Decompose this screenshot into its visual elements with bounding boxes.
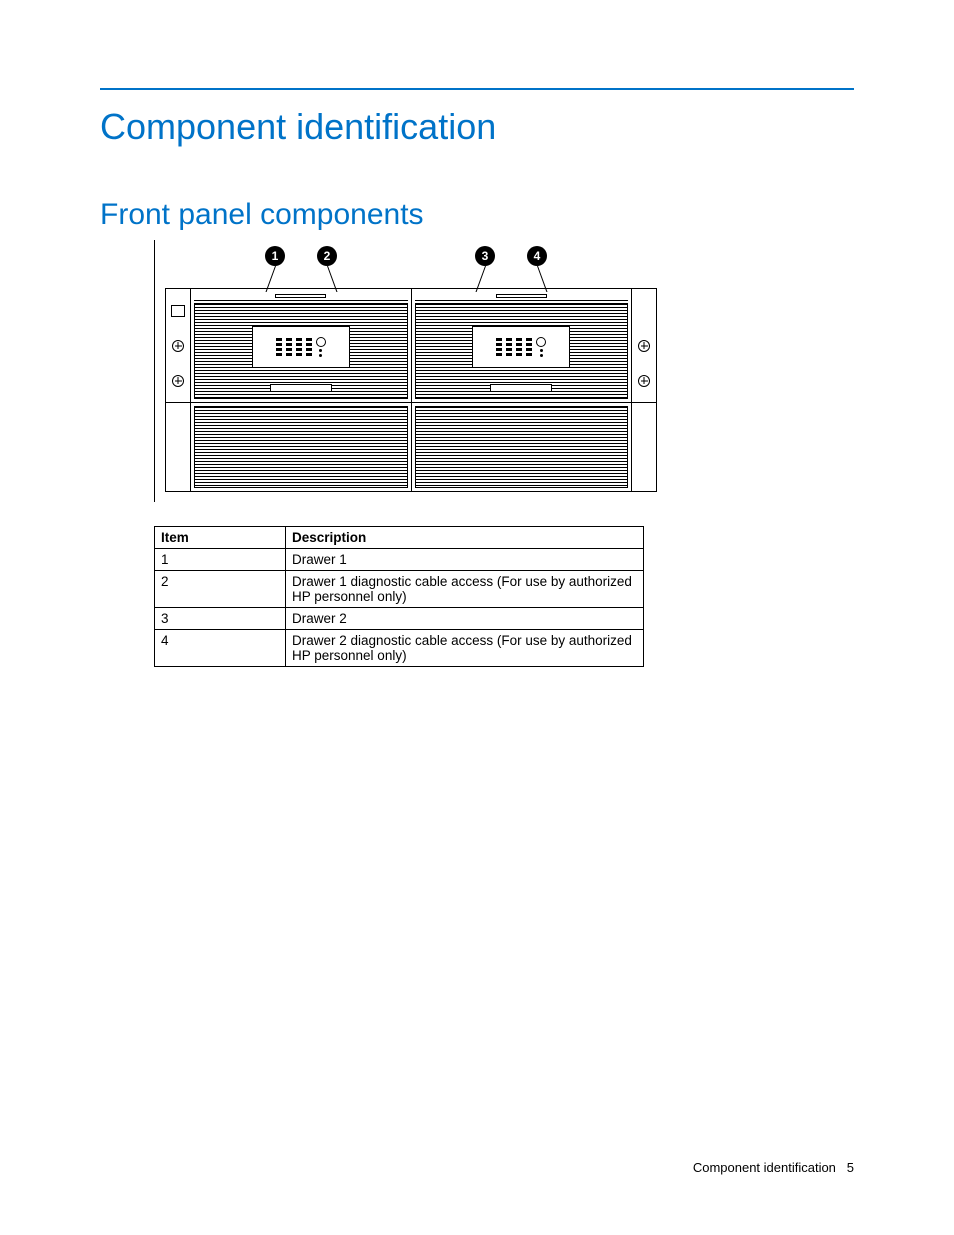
screw-icon xyxy=(638,375,650,387)
document-page: Component identification Front panel com… xyxy=(0,0,954,1235)
callout-3: 3 xyxy=(475,246,495,266)
right-rack-ear xyxy=(631,289,656,402)
component-table: Item Description 1 Drawer 1 2 Drawer 1 d… xyxy=(154,526,644,667)
drawer-1-display xyxy=(252,326,350,368)
vent-grille xyxy=(194,406,408,488)
cell-item: 1 xyxy=(155,549,286,571)
footer-section: Component identification xyxy=(693,1160,836,1175)
callout-1: 1 xyxy=(265,246,285,266)
button-cluster xyxy=(316,337,326,357)
dot-icon xyxy=(319,354,322,357)
page-title: Component identification xyxy=(100,106,854,148)
cell-desc: Drawer 1 xyxy=(286,549,644,571)
cell-desc: Drawer 1 diagnostic cable access (For us… xyxy=(286,571,644,608)
drawer-1-face xyxy=(194,303,408,399)
drawer-2-face xyxy=(415,303,629,399)
drawer-2-display xyxy=(472,326,570,368)
vent-grille xyxy=(415,406,629,488)
page-footer: Component identification 5 xyxy=(693,1160,854,1175)
footer-page-number: 5 xyxy=(847,1160,854,1175)
cell-desc: Drawer 2 diagnostic cable access (For us… xyxy=(286,630,644,667)
drawer-modules xyxy=(191,289,631,402)
callout-row: 1 2 3 4 xyxy=(161,246,661,288)
screw-icon xyxy=(638,340,650,352)
dot-icon xyxy=(540,354,543,357)
section-title: Front panel components xyxy=(100,198,854,232)
horizontal-rule xyxy=(100,88,854,90)
table-row: 4 Drawer 2 diagnostic cable access (For … xyxy=(155,630,644,667)
cell-item: 4 xyxy=(155,630,286,667)
handle-icon xyxy=(270,384,332,392)
table-row: 2 Drawer 1 diagnostic cable access (For … xyxy=(155,571,644,608)
cell-item: 2 xyxy=(155,571,286,608)
drawer-1 xyxy=(191,289,412,402)
lower-row xyxy=(166,402,656,491)
drawer-2 xyxy=(412,289,632,402)
dot-icon xyxy=(319,349,322,352)
left-rack-ear xyxy=(166,403,191,491)
table-row: 3 Drawer 2 xyxy=(155,608,644,630)
slot-icon xyxy=(194,292,408,301)
right-rack-ear xyxy=(631,403,656,491)
screw-icon xyxy=(172,375,184,387)
dot-icon xyxy=(540,349,543,352)
upper-row xyxy=(166,289,656,402)
button-cluster xyxy=(536,337,546,357)
col-description: Description xyxy=(286,527,644,549)
round-button-icon xyxy=(316,337,326,347)
lower-modules xyxy=(191,403,631,491)
handle-icon xyxy=(490,384,552,392)
cell-item: 3 xyxy=(155,608,286,630)
cell-desc: Drawer 2 xyxy=(286,608,644,630)
col-item: Item xyxy=(155,527,286,549)
chassis-illustration xyxy=(165,288,657,492)
lower-module-1 xyxy=(191,403,412,491)
left-rack-ear xyxy=(166,289,191,402)
screw-icon xyxy=(172,340,184,352)
figure-container: 1 2 3 4 xyxy=(154,240,854,502)
table-header-row: Item Description xyxy=(155,527,644,549)
front-panel-diagram: 1 2 3 4 xyxy=(161,246,661,492)
callout-2: 2 xyxy=(317,246,337,266)
clip-icon xyxy=(171,305,185,317)
callout-4: 4 xyxy=(527,246,547,266)
table-row: 1 Drawer 1 xyxy=(155,549,644,571)
slot-icon xyxy=(415,292,629,301)
round-button-icon xyxy=(536,337,546,347)
lower-module-2 xyxy=(412,403,632,491)
